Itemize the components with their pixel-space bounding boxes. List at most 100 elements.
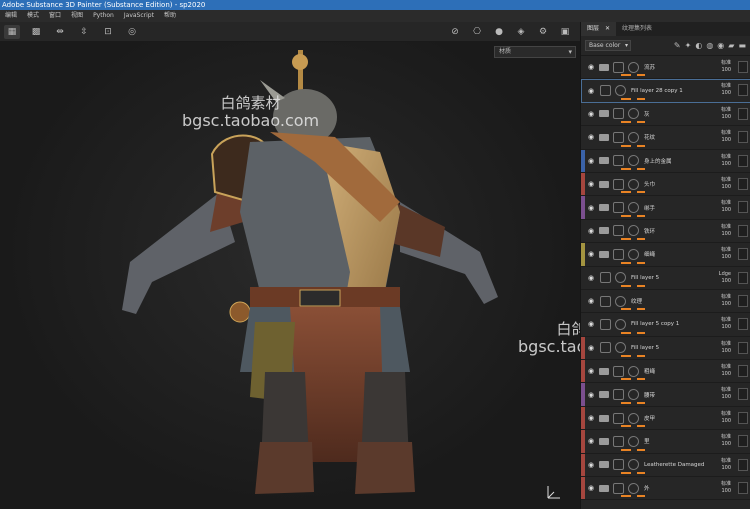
layer-row[interactable]: ◉ 身上的金属 标准 100 (581, 149, 750, 173)
layer-checkbox[interactable] (738, 61, 748, 73)
layer-blend[interactable]: 标准 100 (721, 458, 731, 472)
eye-icon[interactable]: ◉ (586, 484, 596, 492)
eye-icon[interactable]: ◉ (586, 133, 596, 141)
layer-blend[interactable]: 标准 100 (721, 154, 731, 168)
3d-viewport[interactable]: 材质 ▾ 白鸽素材 bgsc.taobao.com 白鸽 bgsc.ta (0, 42, 580, 509)
camera-icon[interactable]: ◎ (124, 25, 140, 39)
menu-mode[interactable]: 模式 (22, 10, 44, 22)
mask-icon[interactable]: ◐ (695, 41, 702, 50)
layer-row[interactable]: ◉ 流苏 标准 100 (581, 56, 750, 80)
eye-icon[interactable]: ◉ (586, 391, 596, 399)
layer-blend[interactable]: 标准 100 (721, 317, 731, 331)
layer-blend[interactable]: 标准 100 (721, 107, 731, 121)
layer-row[interactable]: ◉ 花纹 标准 100 (581, 126, 750, 150)
layer-checkbox[interactable] (738, 318, 748, 331)
layer-checkbox[interactable] (738, 154, 748, 167)
layer-blend[interactable]: Ldge 100 (719, 271, 731, 285)
layer-row[interactable]: ◉ Fill layer 5 Ldge 100 (581, 266, 750, 290)
eye-icon[interactable]: ◉ (586, 274, 596, 282)
eye-icon[interactable]: ◉ (586, 414, 596, 422)
brush-icon[interactable]: ✎ (674, 41, 681, 50)
add-layer-icon[interactable]: ◉ (717, 41, 724, 50)
layer-row[interactable]: ◉ 腰带 标准 100 (581, 383, 750, 407)
eye-icon[interactable]: ◉ (586, 367, 596, 375)
tab-texture-sets[interactable]: 纹理集列表 (616, 22, 658, 36)
layer-row[interactable]: ◉ 里 标准 100 (581, 430, 750, 454)
cube-icon[interactable]: ◈ (513, 25, 529, 39)
layer-checkbox[interactable] (738, 224, 748, 237)
layer-row[interactable]: ◉ Fill layer 28 copy 1 标准 100 (581, 79, 750, 103)
close-icon[interactable]: ✕ (605, 25, 610, 32)
layer-blend[interactable]: 标准 100 (721, 411, 731, 425)
layer-row[interactable]: ◉ Fill layer 5 copy 1 标准 100 (581, 313, 750, 337)
effect-icon[interactable]: ✦ (685, 41, 692, 50)
layer-row[interactable]: ◉ Leatherette Damaged 标准 100 (581, 453, 750, 478)
layer-row[interactable]: ◉ 铁环 标准 100 (581, 219, 750, 244)
layer-checkbox[interactable] (738, 107, 748, 120)
layer-checkbox[interactable] (738, 458, 748, 471)
grid-icon[interactable]: ▦ (4, 24, 20, 39)
layer-blend[interactable]: 标准 100 (721, 247, 731, 261)
layer-checkbox[interactable] (738, 435, 748, 448)
layer-checkbox[interactable] (738, 131, 748, 144)
layer-blend[interactable]: 标准 100 (721, 364, 731, 378)
layer-blend[interactable]: 标准 100 (721, 387, 731, 401)
layer-row[interactable]: ◉ Fill layer 5 标准 100 (581, 336, 750, 361)
layer-row[interactable]: ◉ 皮甲 标准 100 (581, 406, 750, 431)
eye-icon[interactable]: ◉ (586, 344, 596, 352)
menu-edit[interactable]: 编辑 (0, 10, 22, 22)
layer-row[interactable]: ◉ 灰 标准 100 (581, 102, 750, 127)
layer-checkbox[interactable] (738, 388, 748, 401)
layer-blend[interactable]: 标准 100 (721, 224, 731, 238)
grid-plus-icon[interactable]: ▩ (28, 25, 44, 39)
layer-row[interactable]: ◉ 纹理 标准 100 (581, 289, 750, 314)
layer-checkbox[interactable] (738, 201, 748, 214)
layer-checkbox[interactable] (738, 482, 748, 495)
eye-icon[interactable]: ◉ (586, 320, 596, 328)
layer-row[interactable]: ◉ 外 标准 100 (581, 477, 750, 501)
eye-icon[interactable]: ◉ (586, 204, 596, 212)
layer-checkbox[interactable] (738, 84, 748, 97)
eye-icon[interactable]: ◉ (586, 87, 596, 95)
layer-checkbox[interactable] (738, 177, 748, 190)
layer-blend[interactable]: 标准 100 (721, 341, 731, 355)
layer-checkbox[interactable] (738, 365, 748, 378)
eye-icon[interactable]: ◉ (586, 297, 596, 305)
menu-view[interactable]: 视图 (66, 10, 88, 22)
layer-checkbox[interactable] (738, 248, 748, 261)
camera-mode-icon[interactable]: ⎔ (469, 25, 485, 39)
eye-icon[interactable]: ◉ (586, 157, 596, 165)
eye-icon[interactable]: ◉ (586, 461, 596, 469)
menu-python[interactable]: Python (88, 10, 119, 22)
symmetry-icon[interactable]: ⇹ (52, 25, 68, 39)
layer-row[interactable]: ◉ 粗绳 标准 100 (581, 360, 750, 384)
layer-blend[interactable]: 标准 100 (721, 83, 731, 97)
eye-icon[interactable]: ◉ (586, 180, 596, 188)
no-render-icon[interactable]: ⊘ (447, 25, 463, 39)
screenshot-icon[interactable]: ▣ (557, 25, 573, 39)
layer-blend[interactable]: 标准 100 (721, 200, 731, 214)
delete-icon[interactable]: ▬ (738, 41, 746, 50)
layer-row[interactable]: ◉ 头巾 标准 100 (581, 172, 750, 197)
menu-javascript[interactable]: JavaScript (119, 10, 159, 22)
layer-row[interactable]: ◉ 绑手 标准 100 (581, 196, 750, 220)
layer-checkbox[interactable] (738, 271, 748, 284)
eye-icon[interactable]: ◉ (586, 250, 596, 258)
menu-window[interactable]: 窗口 (44, 10, 66, 22)
tab-layers[interactable]: 图层 ✕ (581, 22, 617, 36)
sphere-icon[interactable]: ● (491, 25, 507, 39)
viewport-mode-select[interactable]: 材质 (494, 46, 576, 58)
eye-icon[interactable]: ◉ (586, 63, 596, 71)
channel-select[interactable]: Base color (585, 40, 631, 51)
layer-blend[interactable]: 标准 100 (721, 434, 731, 448)
menu-help[interactable]: 帮助 (159, 10, 181, 22)
eye-icon[interactable]: ◉ (586, 227, 596, 235)
layer-blend[interactable]: 标准 100 (721, 60, 731, 74)
layer-checkbox[interactable] (738, 411, 748, 424)
layer-blend[interactable]: 标准 100 (721, 177, 731, 191)
layer-blend[interactable]: 标准 100 (721, 294, 731, 308)
eye-icon[interactable]: ◉ (586, 110, 596, 118)
frame-icon[interactable]: ⊡ (100, 25, 116, 39)
layer-row[interactable]: ◉ 细绳 标准 100 (581, 243, 750, 267)
eye-icon[interactable]: ◉ (586, 437, 596, 445)
